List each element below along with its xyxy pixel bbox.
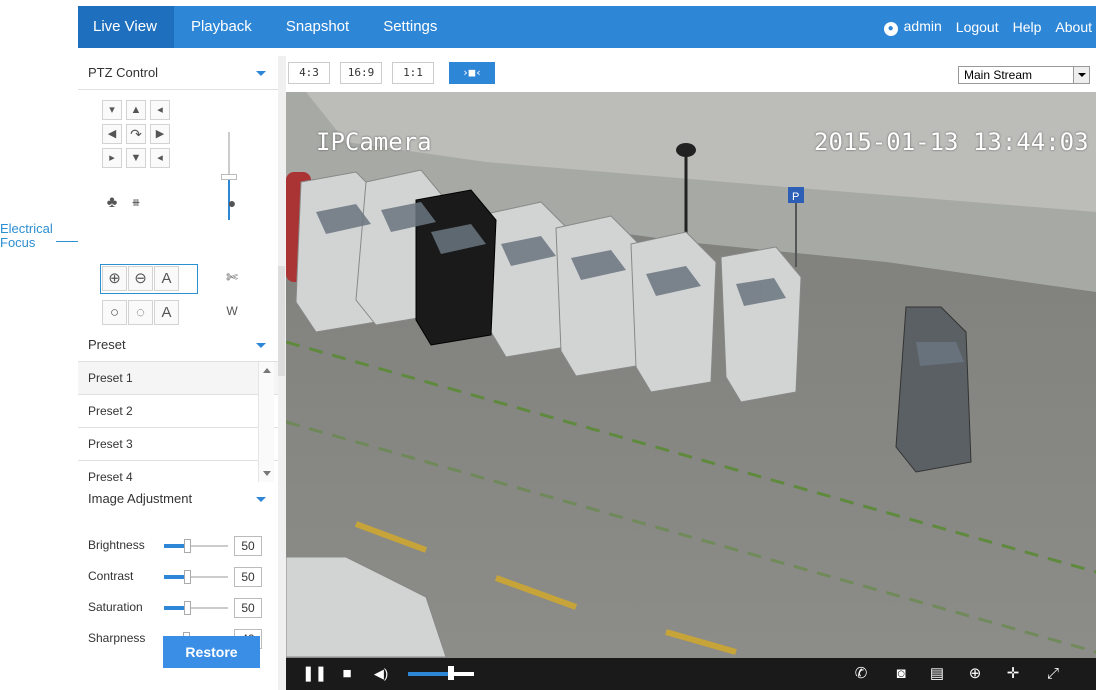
ptz-up-left-button[interactable]: ▾ — [102, 100, 122, 120]
iris-close-icon[interactable]: ◌ — [128, 300, 153, 325]
ratio-4-3-button[interactable]: 4:3 — [288, 62, 330, 84]
adjustment-label: Saturation — [88, 600, 143, 614]
adjustment-value[interactable]: 50 — [234, 598, 262, 618]
chevron-down-icon — [256, 71, 266, 76]
wiper-icon[interactable]: ⧻ — [126, 194, 146, 214]
ptz-speed-handle[interactable] — [221, 174, 237, 180]
ratio-16-9-button[interactable]: 16:9 — [340, 62, 382, 84]
image-adjustment-title: Image Adjustment — [88, 491, 193, 506]
stop-icon[interactable]: ■ — [338, 665, 356, 683]
adjustment-value[interactable]: 50 — [234, 536, 262, 556]
video-control-bar: ❚❚ ■ ◀) ✆ ◙ ▤ ⊕ ✛ ⤢ — [286, 658, 1096, 690]
restore-button[interactable]: Restore — [163, 636, 260, 668]
stream-select-value: Main Stream — [964, 68, 1033, 82]
callout-text-line: Focus — [0, 235, 36, 250]
preset-header[interactable]: Preset — [78, 328, 278, 362]
adjustment-label: Sharpness — [88, 631, 146, 645]
ptz-down-right-button[interactable]: ◂ — [150, 148, 170, 168]
panel-collapse-handle[interactable] — [278, 266, 285, 376]
ptz-down-left-button[interactable]: ▸ — [102, 148, 122, 168]
user-icon: ● — [883, 22, 898, 36]
snapshot-icon[interactable]: ◙ — [892, 665, 910, 683]
digital-zoom-icon[interactable]: ⊕ — [966, 665, 984, 683]
ptz-auto-rotate-button[interactable]: ↷ — [126, 124, 146, 144]
tab-playback[interactable]: Playback — [174, 6, 269, 48]
light-off-icon[interactable]: ✄ — [222, 268, 242, 288]
stream-select[interactable]: Main Stream — [958, 66, 1090, 84]
phone-icon[interactable]: ✆ — [852, 665, 870, 683]
adjustment-row: Brightness 50 — [78, 530, 278, 561]
ptz-title: PTZ Control — [88, 65, 159, 80]
adjustment-fill — [164, 544, 184, 548]
preset-item[interactable]: Preset 4 — [78, 461, 278, 482]
about-link[interactable]: About — [1055, 19, 1092, 35]
svg-text:P: P — [792, 191, 799, 203]
ptz-right-button[interactable]: ▶ — [150, 124, 170, 144]
adjustment-handle[interactable] — [184, 570, 191, 584]
video-frame-image: P — [286, 92, 1096, 658]
chevron-down-icon — [256, 343, 266, 348]
preset-item[interactable]: Preset 2 — [78, 395, 278, 428]
electrical-focus-callout: Electrical Focus — [0, 222, 80, 250]
image-adjustment-header[interactable]: Image Adjustment — [78, 482, 278, 516]
iris-open-icon[interactable]: ○ — [102, 300, 127, 325]
callout-text-line: Electrical — [0, 221, 53, 236]
left-panel: PTZ Control ▾ ▲ ◂ ◀ ↷ ▶ ▸ ▼ ◂ ♣ ⧻ ● ⊕ ⊖ … — [78, 56, 278, 690]
preset-item[interactable]: Preset 1 — [78, 362, 278, 395]
live-video[interactable]: P IPCamera 2015-01-13 13:44:03 — [286, 92, 1096, 658]
iris-row: ○ ◌ A W — [78, 294, 278, 328]
top-nav: Live View Playback Snapshot Settings ● ad… — [78, 6, 1096, 48]
aspect-toolbar: 4:3 16:9 1:1 ›■‹ Main Stream — [286, 56, 1096, 90]
osd-camera-name: IPCamera — [316, 128, 432, 156]
pause-icon[interactable]: ❚❚ — [302, 665, 327, 683]
preset-list: Preset 1 Preset 2 Preset 3 Preset 4 — [78, 362, 278, 482]
help-link[interactable]: Help — [1013, 19, 1042, 35]
adjustment-label: Brightness — [88, 538, 145, 552]
tab-snapshot[interactable]: Snapshot — [269, 6, 366, 48]
scroll-down-icon[interactable] — [263, 471, 271, 476]
volume-handle[interactable] — [448, 666, 454, 680]
fullscreen-icon[interactable]: ⤢ — [1044, 665, 1062, 683]
ptz-down-button[interactable]: ▼ — [126, 148, 146, 168]
adjustment-fill — [164, 606, 184, 610]
ratio-1-1-button[interactable]: 1:1 — [392, 62, 434, 84]
volume-icon[interactable]: ◀) — [372, 665, 390, 683]
ptz-header[interactable]: PTZ Control — [78, 56, 278, 90]
adjustment-value[interactable]: 50 — [234, 567, 262, 587]
chevron-down-icon — [1073, 67, 1089, 83]
user-menu[interactable]: ● admin — [883, 18, 942, 36]
preset-title: Preset — [88, 337, 126, 352]
adjustment-fill — [164, 575, 184, 579]
ptz-up-button[interactable]: ▲ — [126, 100, 146, 120]
adjustment-row: Contrast 50 — [78, 561, 278, 592]
nav-user-area: ● admin Logout Help About — [883, 6, 1096, 48]
electrical-focus-highlight — [100, 264, 198, 294]
chevron-down-icon — [256, 497, 266, 502]
tab-settings[interactable]: Settings — [366, 6, 454, 48]
adjustment-row: Saturation 50 — [78, 592, 278, 623]
logout-link[interactable]: Logout — [956, 19, 999, 35]
pin-icon[interactable]: ♣ — [102, 194, 122, 214]
ptz-up-right-button[interactable]: ◂ — [150, 100, 170, 120]
ptz-control-area: ▾ ▲ ◂ ◀ ↷ ▶ ▸ ▼ ◂ ♣ ⧻ ● ⊕ ⊖ A ✄ — [78, 90, 278, 294]
adjustment-handle[interactable] — [184, 539, 191, 553]
tab-live-view[interactable]: Live View — [78, 6, 174, 48]
light-icon[interactable]: ● — [222, 194, 242, 214]
ptz-move-icon[interactable]: ✛ — [1004, 665, 1022, 683]
preset-scrollbar[interactable] — [258, 362, 274, 482]
ptz-left-button[interactable]: ◀ — [102, 124, 122, 144]
user-name: admin — [903, 18, 942, 34]
volume-level — [408, 672, 451, 676]
scroll-up-icon[interactable] — [263, 368, 271, 373]
auto-iris-icon[interactable]: A — [154, 300, 179, 325]
heater-icon[interactable]: W — [222, 302, 242, 322]
adjustment-handle[interactable] — [184, 601, 191, 615]
adjustment-label: Contrast — [88, 569, 134, 583]
preset-item[interactable]: Preset 3 — [78, 428, 278, 461]
fit-window-button[interactable]: ›■‹ — [449, 62, 495, 84]
record-icon[interactable]: ▤ — [928, 665, 946, 683]
osd-timestamp: 2015-01-13 13:44:03 — [814, 128, 1089, 156]
